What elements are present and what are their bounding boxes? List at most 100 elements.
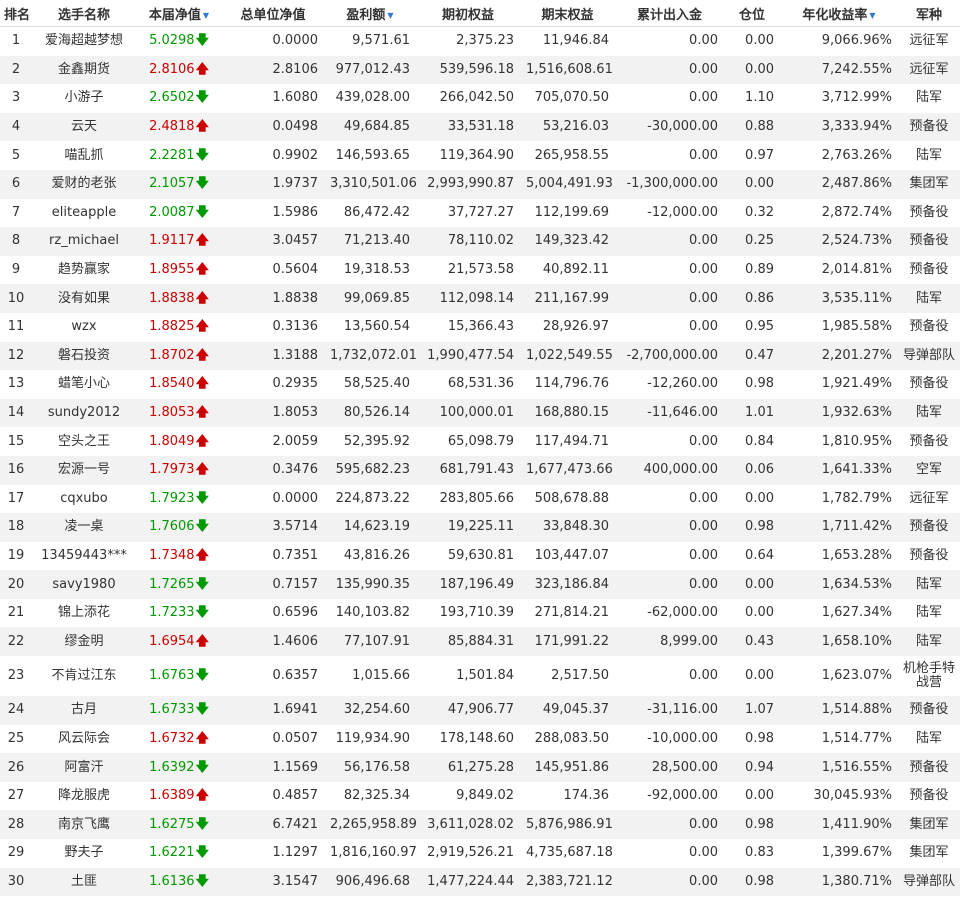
starting-equity-cell: 119,364.90 [439, 147, 514, 163]
annualized-return-cell: 1,516.55% [780, 753, 898, 782]
player-name[interactable]: 风云际会 [32, 725, 136, 754]
player-name[interactable]: savy1980 [32, 570, 136, 599]
position-cell: 0.98 [745, 730, 774, 746]
cumulative-flow-cell: 0.00 [689, 262, 718, 278]
player-name[interactable]: cqxubo [32, 485, 136, 514]
sort-down-icon[interactable]: ▼ [869, 11, 875, 20]
ending-equity-cell: 11,946.84 [542, 33, 609, 49]
player-name[interactable]: 阿富汗 [32, 753, 136, 782]
cumulative-flow-cell: -30,000.00 [615, 112, 724, 142]
arrow-up-icon: 🡅 [195, 788, 209, 804]
cumulative-flow-cell: 0.00 [689, 490, 718, 506]
player-name[interactable]: 13459443*** [32, 542, 136, 571]
starting-equity-cell: 539,596.18 [416, 55, 520, 85]
table-row: 9 趋势赢家 1.8955🡅 0.5604 19,318.53 21,573.58 40,8… [0, 256, 960, 285]
col-header-annualized-return[interactable]: 年化收益率 ▼ [780, 0, 898, 27]
cumulative-flow-cell: -31,116.00 [615, 696, 724, 725]
army-branch-cell: 陆军 [898, 398, 960, 428]
profit-cell: 439,028.00 [335, 90, 410, 106]
player-name[interactable]: 不肯过江东 [32, 656, 136, 696]
cumulative-flow-cell: 0.00 [615, 867, 724, 897]
annualized-return-cell: 1,514.77% [821, 730, 892, 746]
player-name[interactable]: 云天 [32, 112, 136, 142]
current-nav-cell: 2.1057🡇 [136, 169, 222, 199]
player-name[interactable]: 宏源一号 [32, 455, 136, 485]
current-nav-value: 1.7973 [149, 462, 195, 478]
profit-cell: 140,103.82 [335, 605, 410, 621]
cumulative-flow-cell: 0.00 [689, 668, 718, 684]
col-header-profit[interactable]: 盈利额 ▼ [324, 0, 416, 27]
player-name[interactable]: 金鑫期货 [32, 55, 136, 85]
player-name[interactable]: 土匪 [32, 867, 136, 897]
player-name[interactable]: 小游子 [32, 84, 136, 113]
player-name[interactable]: 空头之王 [32, 427, 136, 456]
player-name[interactable]: 喵乱抓 [32, 141, 136, 170]
army-branch-cell: 陆军 [898, 627, 960, 657]
arrow-up-icon: 🡅 [195, 319, 209, 335]
total-unit-nav-cell: 1.3188 [222, 341, 324, 371]
player-name[interactable]: 爱财的老张 [32, 169, 136, 199]
army-branch-cell: 预备役 [909, 319, 949, 335]
arrow-up-icon: 🡅 [195, 262, 209, 278]
starting-equity-cell: 19,225.11 [416, 513, 520, 542]
current-nav-value: 1.9117 [149, 233, 195, 249]
current-nav-cell: 1.9117🡅 [136, 227, 222, 256]
current-nav-cell: 2.8106🡅 [136, 55, 222, 85]
table-row: 20 savy1980 1.7265🡇 0.7157 135,990.35 187,196… [0, 570, 960, 599]
player-name[interactable]: 南京飞鹰 [32, 810, 136, 840]
col-header-current-nav[interactable]: 本届净值 ▼ [136, 0, 222, 27]
player-name[interactable]: 凌一桌 [32, 513, 136, 542]
current-nav-cell: 1.7923🡇 [136, 485, 222, 514]
player-name[interactable]: wzx [32, 313, 136, 342]
army-branch-cell: 陆军 [898, 570, 960, 599]
total-unit-nav-cell: 2.0059 [272, 433, 319, 449]
arrow-down-icon: 🡇 [195, 519, 209, 535]
rank-cell: 12 [0, 341, 32, 371]
profit-cell: 977,012.43 [324, 55, 416, 85]
starting-equity-cell: 681,791.43 [416, 455, 520, 485]
player-name[interactable]: eliteapple [32, 199, 136, 228]
player-name[interactable]: 爱海超越梦想 [32, 27, 136, 56]
table-row: 4 云天 2.4818🡅 0.0498 49,684.85 33,531.18 53,216… [0, 112, 960, 142]
sort-down-icon[interactable]: ▼ [203, 11, 209, 20]
sort-down-icon[interactable]: ▼ [387, 11, 393, 20]
ending-equity-cell: 323,186.84 [520, 570, 615, 599]
starting-equity-cell: 2,993,990.87 [416, 169, 520, 199]
ending-equity-cell: 33,848.30 [520, 513, 615, 542]
army-branch-cell: 陆军 [915, 147, 942, 163]
ending-equity-cell: 5,004,491.93 [520, 169, 615, 199]
profit-cell: 2,265,958.89 [324, 810, 416, 840]
player-name[interactable]: 趋势赢家 [32, 256, 136, 285]
cumulative-flow-cell: 0.00 [689, 147, 718, 163]
player-name[interactable]: 降龙服虎 [32, 782, 136, 811]
profit-cell: 80,526.14 [324, 398, 416, 428]
player-name[interactable]: 野夫子 [32, 839, 136, 868]
army-branch-cell: 机枪手特战营 [902, 661, 955, 691]
profit-cell: 58,525.40 [343, 376, 410, 392]
position-cell: 0.88 [724, 112, 780, 142]
player-name[interactable]: 蜡笔小心 [32, 370, 136, 399]
player-name[interactable]: 没有如果 [32, 284, 136, 313]
current-nav-cell: 1.8825🡅 [136, 313, 222, 342]
player-name[interactable]: 锦上添花 [32, 599, 136, 628]
player-name[interactable]: sundy2012 [32, 398, 136, 428]
player-name[interactable]: 磐石投资 [32, 341, 136, 371]
position-cell: 0.98 [724, 513, 780, 542]
player-name[interactable]: 古月 [32, 696, 136, 725]
army-branch-cell: 预备役 [898, 696, 960, 725]
player-name[interactable]: rz_michael [32, 227, 136, 256]
position-cell: 0.89 [745, 262, 774, 278]
current-nav-cell: 1.7265🡇 [136, 570, 222, 599]
annualized-return-cell: 1,634.53% [780, 570, 898, 599]
army-branch-cell: 导弹部队 [898, 867, 960, 897]
army-branch-cell: 集团军 [909, 845, 949, 861]
current-nav-cell: 1.8955🡅 [136, 256, 222, 285]
table-row: 3 小游子 2.6502🡇 1.6080 439,028.00 266,042.50 705… [0, 84, 960, 113]
cumulative-flow-cell: 0.00 [689, 433, 718, 449]
table-row: 17 cqxubo 1.7923🡇 0.0000 224,873.22 283,805.6… [0, 485, 960, 514]
total-unit-nav-cell: 0.9902 [272, 147, 319, 163]
player-name[interactable]: 缪金明 [32, 627, 136, 657]
rank-cell: 28 [0, 810, 32, 840]
current-nav-cell: 1.8838🡅 [136, 284, 222, 313]
position-cell: 0.32 [745, 204, 774, 220]
